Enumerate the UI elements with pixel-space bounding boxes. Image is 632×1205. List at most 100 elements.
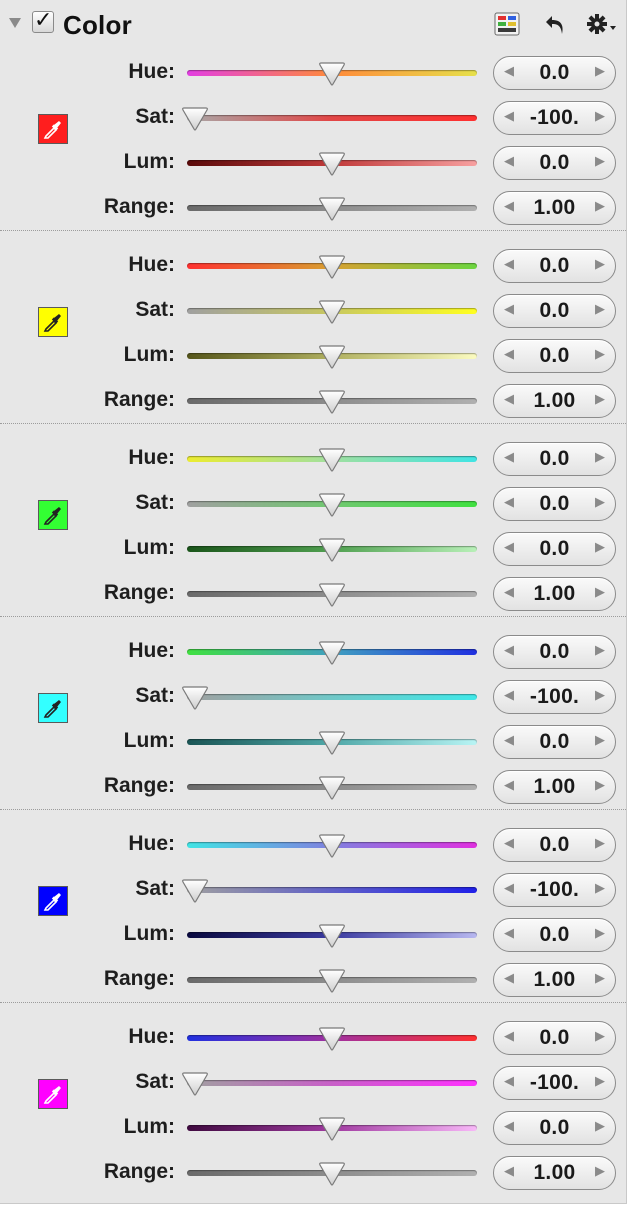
decrement-arrow-icon[interactable]: ◀ xyxy=(504,971,514,986)
lum-slider-thumb[interactable] xyxy=(318,537,346,563)
increment-arrow-icon[interactable]: ▶ xyxy=(595,778,605,793)
decrement-arrow-icon[interactable]: ◀ xyxy=(504,450,514,465)
increment-arrow-icon[interactable]: ▶ xyxy=(595,585,605,600)
decrement-arrow-icon[interactable]: ◀ xyxy=(504,392,514,407)
hue-value-stepper[interactable]: ◀ 0.0 ▶ xyxy=(493,442,616,476)
lum-value[interactable]: 0.0 xyxy=(514,730,595,754)
decrement-arrow-icon[interactable]: ◀ xyxy=(504,643,514,658)
decrement-arrow-icon[interactable]: ◀ xyxy=(504,64,514,79)
range-slider-thumb[interactable] xyxy=(318,1161,346,1187)
hue-value-stepper[interactable]: ◀ 0.0 ▶ xyxy=(493,828,616,862)
hue-value[interactable]: 0.0 xyxy=(514,833,595,857)
decrement-arrow-icon[interactable]: ◀ xyxy=(504,257,514,272)
lum-value[interactable]: 0.0 xyxy=(514,537,595,561)
undo-icon[interactable] xyxy=(543,10,571,38)
decrement-arrow-icon[interactable]: ◀ xyxy=(504,199,514,214)
lum-value[interactable]: 0.0 xyxy=(514,1116,595,1140)
lum-value-stepper[interactable]: ◀ 0.0 ▶ xyxy=(493,1111,616,1145)
sat-slider-track[interactable] xyxy=(187,1080,477,1086)
lum-slider-thumb[interactable] xyxy=(318,151,346,177)
lum-value-stepper[interactable]: ◀ 0.0 ▶ xyxy=(493,339,616,373)
decrement-arrow-icon[interactable]: ◀ xyxy=(504,778,514,793)
increment-arrow-icon[interactable]: ▶ xyxy=(595,257,605,272)
lum-value-stepper[interactable]: ◀ 0.0 ▶ xyxy=(493,918,616,952)
increment-arrow-icon[interactable]: ▶ xyxy=(595,926,605,941)
decrement-arrow-icon[interactable]: ◀ xyxy=(504,1164,514,1179)
hue-value-stepper[interactable]: ◀ 0.0 ▶ xyxy=(493,56,616,90)
decrement-arrow-icon[interactable]: ◀ xyxy=(504,154,514,169)
increment-arrow-icon[interactable]: ▶ xyxy=(595,109,605,124)
decrement-arrow-icon[interactable]: ◀ xyxy=(504,926,514,941)
decrement-arrow-icon[interactable]: ◀ xyxy=(504,109,514,124)
sat-slider-track[interactable] xyxy=(187,694,477,700)
decrement-arrow-icon[interactable]: ◀ xyxy=(504,302,514,317)
sat-value[interactable]: -100. xyxy=(514,106,595,130)
gear-menu-icon[interactable] xyxy=(584,10,618,38)
sat-slider-thumb[interactable] xyxy=(181,106,209,132)
range-value-stepper[interactable]: ◀ 1.00 ▶ xyxy=(493,384,616,418)
range-slider-thumb[interactable] xyxy=(318,582,346,608)
range-value-stepper[interactable]: ◀ 1.00 ▶ xyxy=(493,191,616,225)
lum-slider-thumb[interactable] xyxy=(318,1116,346,1142)
hue-slider-thumb[interactable] xyxy=(318,1026,346,1052)
decrement-arrow-icon[interactable]: ◀ xyxy=(504,347,514,362)
increment-arrow-icon[interactable]: ▶ xyxy=(595,1119,605,1134)
range-value[interactable]: 1.00 xyxy=(514,775,595,799)
sat-slider-thumb[interactable] xyxy=(318,299,346,325)
range-slider-thumb[interactable] xyxy=(318,196,346,222)
hue-value-stepper[interactable]: ◀ 0.0 ▶ xyxy=(493,1021,616,1055)
range-value[interactable]: 1.00 xyxy=(514,389,595,413)
sat-value-stepper[interactable]: ◀ -100. ▶ xyxy=(493,680,616,714)
sat-value[interactable]: -100. xyxy=(514,878,595,902)
increment-arrow-icon[interactable]: ▶ xyxy=(595,199,605,214)
decrement-arrow-icon[interactable]: ◀ xyxy=(504,540,514,555)
increment-arrow-icon[interactable]: ▶ xyxy=(595,1029,605,1044)
range-value-stepper[interactable]: ◀ 1.00 ▶ xyxy=(493,577,616,611)
hue-value[interactable]: 0.0 xyxy=(514,61,595,85)
decrement-arrow-icon[interactable]: ◀ xyxy=(504,881,514,896)
decrement-arrow-icon[interactable]: ◀ xyxy=(504,836,514,851)
increment-arrow-icon[interactable]: ▶ xyxy=(595,450,605,465)
increment-arrow-icon[interactable]: ▶ xyxy=(595,971,605,986)
sat-value[interactable]: 0.0 xyxy=(514,299,595,323)
hue-slider-thumb[interactable] xyxy=(318,447,346,473)
range-slider-thumb[interactable] xyxy=(318,775,346,801)
sat-slider-thumb[interactable] xyxy=(181,878,209,904)
presets-icon[interactable] xyxy=(493,10,521,38)
decrement-arrow-icon[interactable]: ◀ xyxy=(504,733,514,748)
range-value-stepper[interactable]: ◀ 1.00 ▶ xyxy=(493,963,616,997)
decrement-arrow-icon[interactable]: ◀ xyxy=(504,1119,514,1134)
decrement-arrow-icon[interactable]: ◀ xyxy=(504,585,514,600)
decrement-arrow-icon[interactable]: ◀ xyxy=(504,1074,514,1089)
increment-arrow-icon[interactable]: ▶ xyxy=(595,540,605,555)
range-value-stepper[interactable]: ◀ 1.00 ▶ xyxy=(493,770,616,804)
increment-arrow-icon[interactable]: ▶ xyxy=(595,881,605,896)
increment-arrow-icon[interactable]: ▶ xyxy=(595,643,605,658)
sat-slider-thumb[interactable] xyxy=(318,492,346,518)
lum-slider-thumb[interactable] xyxy=(318,344,346,370)
lum-value[interactable]: 0.0 xyxy=(514,923,595,947)
lum-value[interactable]: 0.0 xyxy=(514,344,595,368)
increment-arrow-icon[interactable]: ▶ xyxy=(595,688,605,703)
decrement-arrow-icon[interactable]: ◀ xyxy=(504,688,514,703)
range-value-stepper[interactable]: ◀ 1.00 ▶ xyxy=(493,1156,616,1190)
sat-value-stepper[interactable]: ◀ -100. ▶ xyxy=(493,1066,616,1100)
increment-arrow-icon[interactable]: ▶ xyxy=(595,302,605,317)
sat-slider-thumb[interactable] xyxy=(181,685,209,711)
range-value[interactable]: 1.00 xyxy=(514,196,595,220)
hue-value[interactable]: 0.0 xyxy=(514,254,595,278)
hue-slider-thumb[interactable] xyxy=(318,61,346,87)
sat-value-stepper[interactable]: ◀ 0.0 ▶ xyxy=(493,294,616,328)
increment-arrow-icon[interactable]: ▶ xyxy=(595,154,605,169)
range-slider-thumb[interactable] xyxy=(318,968,346,994)
hue-value[interactable]: 0.0 xyxy=(514,447,595,471)
sat-value[interactable]: 0.0 xyxy=(514,492,595,516)
decrement-arrow-icon[interactable]: ◀ xyxy=(504,495,514,510)
increment-arrow-icon[interactable]: ▶ xyxy=(595,64,605,79)
hue-slider-thumb[interactable] xyxy=(318,254,346,280)
sat-value-stepper[interactable]: ◀ -100. ▶ xyxy=(493,101,616,135)
increment-arrow-icon[interactable]: ▶ xyxy=(595,836,605,851)
lum-value-stepper[interactable]: ◀ 0.0 ▶ xyxy=(493,725,616,759)
sat-slider-thumb[interactable] xyxy=(181,1071,209,1097)
lum-value-stepper[interactable]: ◀ 0.0 ▶ xyxy=(493,146,616,180)
